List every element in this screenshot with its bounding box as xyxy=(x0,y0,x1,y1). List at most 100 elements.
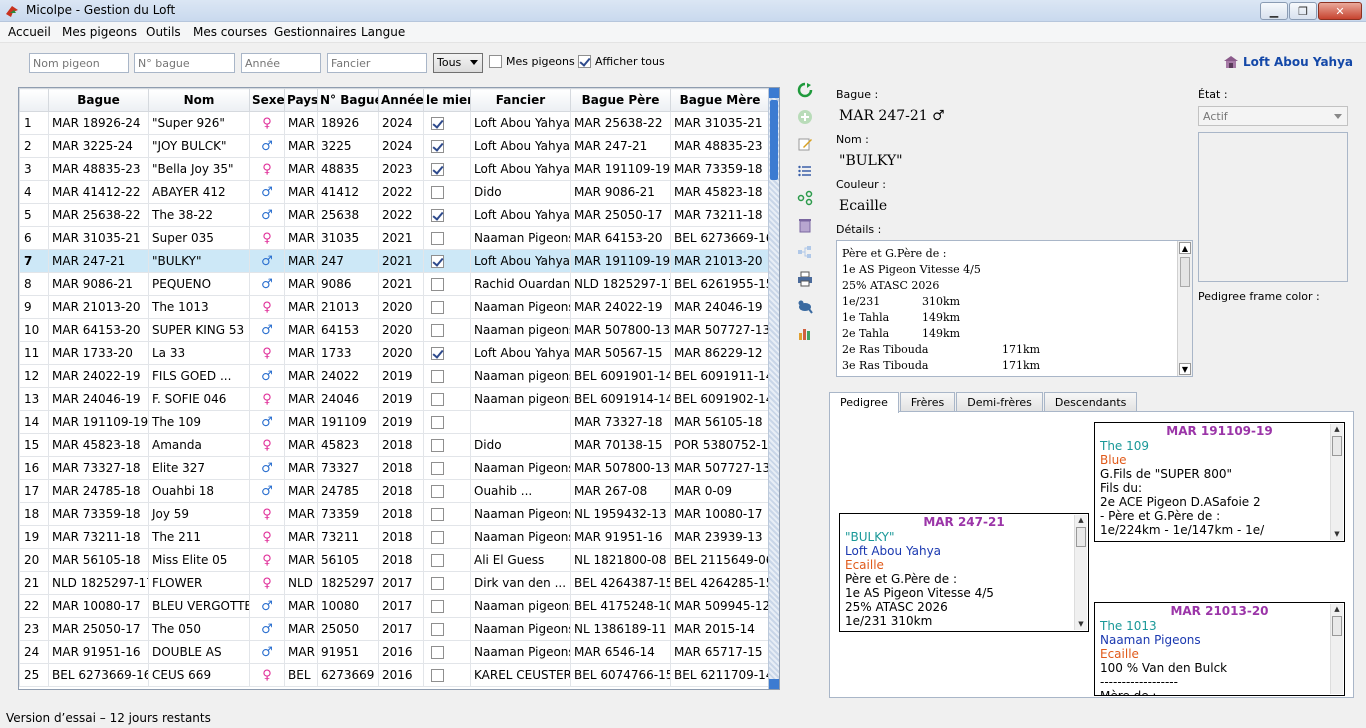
le-mien-checkbox[interactable] xyxy=(431,416,444,429)
print-button[interactable] xyxy=(795,269,815,289)
menu-langue[interactable]: Langue xyxy=(361,25,405,39)
table-row[interactable]: 5 MAR 25638-22 The 38-22 ♂ MAR 25638 2022 Loft … xyxy=(19,203,770,227)
chart-button[interactable] xyxy=(795,323,815,343)
le-mien-checkbox[interactable] xyxy=(431,508,444,521)
close-button[interactable]: ✕ xyxy=(1318,2,1362,20)
le-mien-checkbox[interactable] xyxy=(431,209,444,222)
le-mien-checkbox[interactable] xyxy=(431,393,444,406)
mes-pigeons-checkbox[interactable]: Mes pigeons xyxy=(489,55,575,68)
column-header-pays[interactable]: Pays xyxy=(284,88,318,112)
pigeon-button[interactable] xyxy=(795,296,815,316)
table-row[interactable]: 2 MAR 3225-24 "JOY BULCK" ♂ MAR 3225 2024 Loft … xyxy=(19,134,770,158)
le-mien-checkbox[interactable] xyxy=(431,324,444,337)
le-mien-checkbox[interactable] xyxy=(431,255,444,268)
column-header-index[interactable] xyxy=(19,88,49,112)
menu-outils[interactable]: Outils xyxy=(146,25,181,39)
le-mien-checkbox[interactable] xyxy=(431,462,444,475)
column-header-fancier[interactable]: Fancier xyxy=(470,88,571,112)
annee-input[interactable] xyxy=(241,53,321,73)
tab-freres[interactable]: Frères xyxy=(899,392,956,412)
le-mien-checkbox[interactable] xyxy=(431,623,444,636)
table-row[interactable]: 8 MAR 9086-21 PEQUENO ♂ MAR 9086 2021 Rachid Ou… xyxy=(19,272,770,296)
filter-select[interactable]: Tous xyxy=(433,53,483,73)
column-header-bague-pere[interactable]: Bague Père xyxy=(570,88,671,112)
pedigree-card-scrollbar[interactable]: ▲ ▼ xyxy=(1330,424,1343,540)
le-mien-checkbox[interactable] xyxy=(431,117,444,130)
list-button[interactable] xyxy=(795,161,815,181)
edit-button[interactable] xyxy=(795,134,815,154)
scroll-down-icon[interactable]: ▼ xyxy=(1331,529,1343,540)
le-mien-checkbox[interactable] xyxy=(431,439,444,452)
nom-pigeon-input[interactable] xyxy=(29,53,129,73)
scroll-down-icon[interactable]: ▼ xyxy=(1179,363,1191,375)
scroll-up-icon[interactable]: ▲ xyxy=(1075,515,1087,526)
le-mien-checkbox[interactable] xyxy=(431,646,444,659)
details-textarea[interactable]: Père et G.Père de : 1e AS Pigeon Vitesse … xyxy=(836,240,1193,377)
le-mien-checkbox[interactable] xyxy=(431,531,444,544)
le-mien-checkbox[interactable] xyxy=(431,577,444,590)
scroll-up-icon[interactable]: ▲ xyxy=(1179,242,1191,254)
column-header-n-bague[interactable]: N° Bague xyxy=(317,88,379,112)
scroll-down-button[interactable] xyxy=(769,679,779,689)
maximize-button[interactable]: ❐ xyxy=(1289,2,1317,20)
mes-pigeons-checkbox-box[interactable] xyxy=(489,55,502,68)
tab-descendants[interactable]: Descendants xyxy=(1043,392,1138,412)
pedigree-card-father[interactable]: MAR 191109-19 The 109 Blue G.Fils de "SUPE… xyxy=(1094,422,1345,542)
table-row[interactable]: 1 MAR 18926-24 "Super 926" ♀ MAR 18926 2024 Lof… xyxy=(19,111,770,135)
column-header-nom[interactable]: Nom xyxy=(148,88,250,112)
column-header-sexe[interactable]: Sexe xyxy=(249,88,285,112)
table-row[interactable]: 17 MAR 24785-18 Ouahbi 18 ♂ MAR 24785 2018 Ouah… xyxy=(19,479,770,503)
afficher-tous-checkbox[interactable]: Afficher tous xyxy=(578,55,665,68)
pedigree-card-scrollbar[interactable]: ▲ xyxy=(1330,604,1343,694)
column-header-bague-mere[interactable]: Bague Mère xyxy=(670,88,770,112)
scroll-thumb[interactable] xyxy=(1332,616,1342,636)
table-row[interactable]: 25 BEL 6273669-16 CEUS 669 ♀ BEL 6273669 2016 K… xyxy=(19,663,770,687)
scroll-up-icon[interactable]: ▲ xyxy=(1331,424,1343,435)
menu-gestionnaires[interactable]: Gestionnaires xyxy=(274,25,357,39)
le-mien-checkbox[interactable] xyxy=(431,163,444,176)
table-row[interactable]: 24 MAR 91951-16 DOUBLE AS ♂ MAR 91951 2016 Naam… xyxy=(19,640,770,664)
le-mien-checkbox[interactable] xyxy=(431,278,444,291)
scroll-thumb[interactable] xyxy=(1076,527,1086,547)
loft-link[interactable]: Loft Abou Yahya xyxy=(1223,55,1353,69)
le-mien-checkbox[interactable] xyxy=(431,232,444,245)
table-row[interactable]: 19 MAR 73211-18 The 211 ♀ MAR 73211 2018 Naaman… xyxy=(19,525,770,549)
afficher-tous-checkbox-box[interactable] xyxy=(578,55,591,68)
table-row[interactable]: 12 MAR 24022-19 FILS GOED ... ♂ MAR 24022 2019… xyxy=(19,364,770,388)
column-header-le-mien[interactable]: le mien xyxy=(423,88,471,112)
table-row[interactable]: 14 MAR 191109-19 The 109 ♂ MAR 191109 2019 MAR … xyxy=(19,410,770,434)
scroll-down-icon[interactable]: ▼ xyxy=(1075,619,1087,630)
table-row[interactable]: 23 MAR 25050-17 The 050 ♂ MAR 25050 2017 Naaman… xyxy=(19,617,770,641)
add-button[interactable] xyxy=(795,107,815,127)
le-mien-checkbox[interactable] xyxy=(431,600,444,613)
le-mien-checkbox[interactable] xyxy=(431,554,444,567)
pedigree-card-mother[interactable]: MAR 21013-20 The 1013 Naaman Pigeons Ecail… xyxy=(1094,602,1345,696)
scroll-thumb[interactable] xyxy=(1180,257,1190,287)
table-row[interactable]: 18 MAR 73359-18 Joy 59 ♀ MAR 73359 2018 Naaman … xyxy=(19,502,770,526)
menu-mes-courses[interactable]: Mes courses xyxy=(193,25,267,39)
pedigree-card-subject[interactable]: MAR 247-21 "BULKY" Loft Abou Yahya Ecaille… xyxy=(839,513,1089,632)
tab-pedigree[interactable]: Pedigree xyxy=(829,392,899,413)
details-scrollbar[interactable]: ▲ ▼ xyxy=(1177,241,1192,376)
table-row[interactable]: 3 MAR 48835-23 "Bella Joy 35" ♀ MAR 48835 2023… xyxy=(19,157,770,181)
menu-accueil[interactable]: Accueil xyxy=(8,25,51,39)
table-row[interactable]: 20 MAR 56105-18 Miss Elite 05 ♀ MAR 56105 2018… xyxy=(19,548,770,572)
table-row[interactable]: 6 MAR 31035-21 Super 035 ♀ MAR 31035 2021 Naama… xyxy=(19,226,770,250)
table-row[interactable]: 16 MAR 73327-18 Elite 327 ♂ MAR 73327 2018 Naam… xyxy=(19,456,770,480)
refresh-button[interactable] xyxy=(795,80,815,100)
table-scrollbar[interactable] xyxy=(768,88,779,689)
le-mien-checkbox[interactable] xyxy=(431,485,444,498)
table-row[interactable]: 7 MAR 247-21 "BULKY" ♂ MAR 247 2021 Loft Abou Y… xyxy=(19,249,770,273)
column-header-bague[interactable]: Bague xyxy=(48,88,149,112)
pigeon-photo[interactable] xyxy=(1198,132,1348,282)
tree-button[interactable] xyxy=(795,242,815,262)
etat-select[interactable]: Actif xyxy=(1198,106,1348,126)
share-button[interactable] xyxy=(795,188,815,208)
le-mien-checkbox[interactable] xyxy=(431,370,444,383)
table-row[interactable]: 4 MAR 41412-22 ABAYER 412 ♂ MAR 41412 2022 Dido… xyxy=(19,180,770,204)
pedigree-card-scrollbar[interactable]: ▲ ▼ xyxy=(1074,515,1087,630)
table-row[interactable]: 22 MAR 10080-17 BLEU VERGOTTE ♂ MAR 10080 2017… xyxy=(19,594,770,618)
column-header-annee[interactable]: Année xyxy=(378,88,424,112)
scroll-thumb[interactable] xyxy=(1332,436,1342,456)
table-row[interactable]: 15 MAR 45823-18 Amanda ♀ MAR 45823 2018 Dido MAR… xyxy=(19,433,770,457)
